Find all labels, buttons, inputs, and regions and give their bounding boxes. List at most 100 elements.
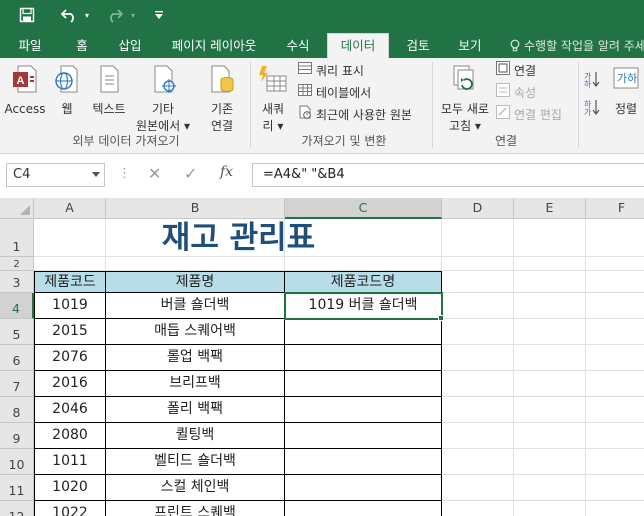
sort-desc-icon[interactable]: 하가 — [584, 96, 600, 118]
show-queries-label: 쿼리 표시 — [316, 64, 364, 78]
new-query-button[interactable]: 새쿼 리 ▾ — [256, 64, 290, 135]
cell-product-name[interactable]: 스컬 체인백 — [106, 475, 285, 501]
undo-dropdown-icon[interactable]: ▾ — [82, 5, 92, 25]
header-cell-product-code-name[interactable]: 제품코드명 — [285, 271, 442, 293]
cell-product-code[interactable]: 1019 — [34, 293, 106, 319]
redo-dropdown-icon[interactable]: ▾ — [128, 5, 138, 25]
web-icon — [52, 64, 82, 99]
row-header-12[interactable]: 12 — [0, 501, 34, 516]
tab-insert[interactable]: 삽입 — [108, 34, 152, 58]
text-file-icon — [88, 64, 130, 99]
header-cell-product-code[interactable]: 제품코드 — [34, 271, 106, 293]
cell-product-code-name[interactable] — [285, 475, 442, 501]
cell-product-code-name[interactable] — [285, 371, 442, 397]
worksheet-grid[interactable]: A B C D E F 1 2 3 4 5 6 7 8 9 10 11 12 재… — [0, 198, 644, 516]
refresh-all-icon — [436, 64, 494, 99]
formula-input[interactable]: =A4&" "&B4 — [252, 163, 644, 187]
cell-product-name[interactable]: 프린트 스퀘백 — [106, 501, 285, 516]
cell-product-code-name[interactable] — [285, 423, 442, 449]
column-header-e[interactable]: E — [514, 198, 586, 219]
cell-product-name[interactable]: 브리프백 — [106, 371, 285, 397]
ribbon: A Access 웹 텍스트 기타 원본에서 ▾ 기존 연결 외부 데이터 가져… — [0, 58, 644, 154]
cancel-formula-icon[interactable]: ✕ — [148, 164, 161, 183]
cell-product-code[interactable]: 1011 — [34, 449, 106, 475]
column-header-c[interactable]: C — [285, 198, 442, 219]
cell-product-code[interactable]: 2015 — [34, 319, 106, 345]
column-header-b[interactable]: B — [106, 198, 285, 219]
cell-product-name[interactable]: 퀼팅백 — [106, 423, 285, 449]
tab-file[interactable]: 파일 — [8, 34, 52, 58]
row-header-5[interactable]: 5 — [0, 319, 34, 345]
existing-connections-button[interactable]: 기존 연결 — [198, 64, 246, 135]
access-button[interactable]: A Access — [4, 64, 46, 118]
column-header-f[interactable]: F — [586, 198, 644, 219]
row-header-4[interactable]: 4 — [0, 293, 34, 319]
formula-bar-grip-icon[interactable]: ⋮ — [118, 166, 131, 181]
undo-icon[interactable] — [58, 5, 80, 25]
group-label-get-transform: 가져오기 및 변환 — [301, 134, 387, 148]
enter-formula-icon[interactable]: ✓ — [184, 164, 197, 183]
cell-product-code-name[interactable] — [285, 319, 442, 345]
tab-view[interactable]: 보기 — [448, 34, 492, 58]
cell-product-code[interactable]: 1020 — [34, 475, 106, 501]
properties-button[interactable]: 속성 — [496, 82, 536, 104]
cell-product-code-name[interactable] — [285, 345, 442, 371]
other-sources-label-1: 기타 — [151, 102, 175, 116]
fill-handle[interactable] — [438, 315, 444, 321]
cell-product-name[interactable]: 버클 숄더백 — [106, 293, 285, 319]
tab-review[interactable]: 검토 — [396, 34, 440, 58]
access-label: Access — [4, 102, 46, 116]
cell-product-name[interactable]: 벨티드 숄더백 — [106, 449, 285, 475]
sort-button[interactable]: 가하 정렬 — [608, 64, 644, 118]
edit-links-button[interactable]: 연결 편집 — [496, 104, 562, 126]
row-header-2[interactable]: 2 — [0, 257, 34, 271]
column-header-d[interactable]: D — [442, 198, 514, 219]
tab-page-layout[interactable]: 페이지 레이아웃 — [162, 34, 266, 58]
tell-me-box[interactable]: 수행할 작업을 알려 주세요 — [510, 34, 644, 58]
connections-button[interactable]: 연결 — [496, 60, 536, 82]
row-header-11[interactable]: 11 — [0, 475, 34, 501]
refresh-all-button[interactable]: 모두 새로 고침 ▾ — [436, 64, 494, 135]
redo-icon[interactable] — [104, 5, 126, 25]
cell-product-code[interactable]: 2046 — [34, 397, 106, 423]
column-header-a[interactable]: A — [34, 198, 106, 219]
show-queries-button[interactable]: 쿼리 표시 — [298, 60, 364, 82]
row-header-8[interactable]: 8 — [0, 397, 34, 423]
cell-product-name[interactable]: 매듭 스퀘어백 — [106, 319, 285, 345]
cell-product-name[interactable]: 폴리 백팩 — [106, 397, 285, 423]
cell-product-code[interactable]: 2080 — [34, 423, 106, 449]
tab-formulas[interactable]: 수식 — [276, 34, 320, 58]
select-all-button[interactable] — [0, 198, 34, 219]
row-header-10[interactable]: 10 — [0, 449, 34, 475]
sort-asc-icon[interactable]: 가하 — [584, 68, 600, 90]
sheet-title[interactable]: 재고 관리표 — [106, 220, 371, 256]
web-button[interactable]: 웹 — [52, 64, 82, 118]
existing-connections-label-1: 기존 — [210, 102, 234, 116]
row-header-7[interactable]: 7 — [0, 371, 34, 397]
recent-sources-button[interactable]: 최근에 사용한 원본 — [298, 104, 412, 126]
customize-icon[interactable] — [152, 5, 166, 25]
sort-icon: 가하 — [608, 64, 644, 99]
cell-product-code[interactable]: 1022 — [34, 501, 106, 516]
cell-product-name[interactable]: 롤업 백팩 — [106, 345, 285, 371]
save-icon[interactable] — [16, 5, 38, 25]
cell-product-code[interactable]: 2076 — [34, 345, 106, 371]
tell-me-text: 수행할 작업을 알려 주세요 — [524, 39, 644, 53]
header-cell-product-name[interactable]: 제품명 — [106, 271, 285, 293]
tab-data[interactable]: 데이터 — [327, 33, 389, 58]
insert-function-icon[interactable]: fx — [220, 164, 233, 180]
name-box-dropdown-icon[interactable] — [92, 172, 100, 177]
cell-product-code[interactable]: 2016 — [34, 371, 106, 397]
tab-home[interactable]: 홈 — [64, 34, 100, 58]
from-table-button[interactable]: 테이블에서 — [298, 82, 371, 104]
cell-product-code-name[interactable] — [285, 449, 442, 475]
cell-product-code-name[interactable] — [285, 501, 442, 516]
row-header-6[interactable]: 6 — [0, 345, 34, 371]
row-header-1[interactable]: 1 — [0, 219, 34, 257]
other-sources-button[interactable]: 기타 원본에서 ▾ — [134, 64, 192, 135]
cell-product-code-name[interactable] — [285, 397, 442, 423]
text-button[interactable]: 텍스트 — [88, 64, 130, 118]
row-header-3[interactable]: 3 — [0, 271, 34, 293]
row-header-9[interactable]: 9 — [0, 423, 34, 449]
name-box[interactable]: C4 — [6, 163, 105, 187]
